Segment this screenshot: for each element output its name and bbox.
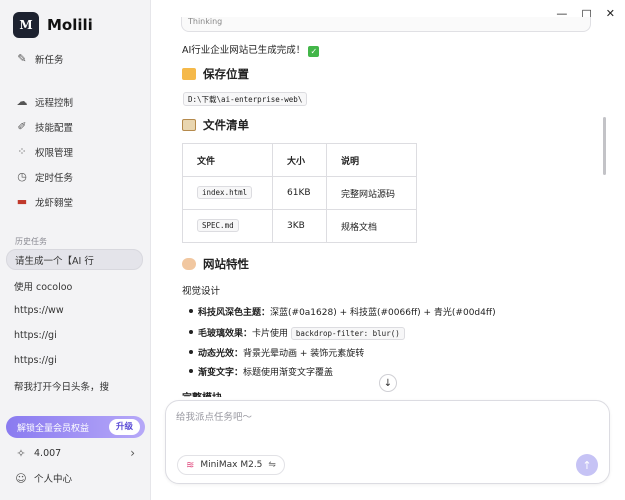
palette-icon xyxy=(182,258,196,270)
done-message: AI行业企业网站已生成完成！ ✓ xyxy=(182,42,320,57)
bullet-text: 标题使用渐变文字覆盖 xyxy=(243,368,334,378)
sidebar-item-label: 龙虾翱堂 xyxy=(35,198,74,209)
cutoff-heading: 完整模块 xyxy=(182,389,222,397)
clock-icon: ◷ xyxy=(17,170,27,183)
history-item[interactable]: 请生成一个【AI 行 xyxy=(6,249,143,270)
clipboard-icon xyxy=(182,119,196,131)
features-heading-text: 网站特性 xyxy=(203,257,249,271)
close-button[interactable]: ✕ xyxy=(606,7,615,20)
list-item: 毛玻璃效果：卡片使用 backdrop-filter: blur() xyxy=(189,326,405,340)
pen-icon: ✐ xyxy=(17,120,27,133)
history-section-label: 历史任务 xyxy=(15,237,47,246)
list-item: 科技风深色主题：深蓝(#0a1628) + 科技蓝(#0066ff) + 青光(… xyxy=(189,305,496,318)
sidebar-item-permissions[interactable]: ⁘ 权限管理 xyxy=(8,141,143,163)
user-center-button[interactable]: ☺ 个人中心 xyxy=(15,471,73,486)
user-icon: ☺ xyxy=(15,471,27,485)
minimax-logo-icon: ≋ xyxy=(186,459,195,471)
history-item[interactable]: 使用 cocoloo xyxy=(6,275,143,296)
file-name: index.html xyxy=(197,186,253,199)
sidebar-item-lobster[interactable]: ▬ 龙虾翱堂 xyxy=(8,191,143,213)
features-heading: 网站特性 xyxy=(182,256,249,272)
bullet-text: 背景光晕动画 + 装饰元素旋转 xyxy=(243,349,365,359)
table-cell: 3KB xyxy=(272,209,327,243)
check-icon: ✓ xyxy=(308,46,320,57)
thinking-label: Thinking xyxy=(188,17,223,26)
sidebar-item-label: 技能配置 xyxy=(35,123,74,134)
save-path: D:\下载\ai-enterprise-web\ xyxy=(183,92,308,106)
file-table: 文件 大小 说明 index.html 61KB 完整网站源码 SPEC.md … xyxy=(182,143,417,243)
grid-icon: ⁘ xyxy=(17,145,27,158)
sidebar-item-label: 权限管理 xyxy=(35,148,74,159)
bullet-text: 深蓝(#0a1628) + 科技蓝(#0066ff) + 青光(#00d4ff) xyxy=(270,308,496,318)
credits-value: 4.007 xyxy=(34,448,62,459)
new-task-label: 新任务 xyxy=(35,55,64,66)
bullet-text: 卡片使用 xyxy=(252,329,291,339)
sidebar-item-label: 远程控制 xyxy=(35,98,74,109)
arrow-up-icon: ↑ xyxy=(582,458,592,472)
visual-heading: 视觉设计 xyxy=(182,286,221,297)
switch-icon: ⇋ xyxy=(268,460,276,470)
app-logo: M xyxy=(13,12,39,38)
cloud-icon: ☁ xyxy=(16,95,28,108)
model-selector[interactable]: ≋ MiniMax M2.5 ⇋ xyxy=(177,455,285,475)
bullet-bold: 渐变文字： xyxy=(198,368,244,378)
table-cell: 完整网站源码 xyxy=(326,176,417,210)
user-center-label: 个人中心 xyxy=(34,474,73,485)
lobster-icon: ▬ xyxy=(16,195,28,208)
upgrade-text: 解锁全量会员权益 xyxy=(17,423,90,434)
sidebar-item-remote[interactable]: ☁ 远程控制 xyxy=(8,91,143,113)
sidebar-item-skills[interactable]: ✐ 技能配置 xyxy=(8,116,143,138)
table-header-row: 文件 大小 说明 xyxy=(182,143,417,177)
table-cell: index.html xyxy=(182,176,273,210)
composer: ≋ MiniMax M2.5 ⇋ ↑ xyxy=(165,400,610,484)
list-item: 渐变文字：标题使用渐变文字覆盖 xyxy=(188,365,334,378)
sidebar: M Molili ✎ 新任务 ☁ 远程控制 ✐ 技能配置 ⁘ 权限管理 ◷ 定时… xyxy=(0,0,151,500)
list-item: 动态光效：背景光晕动画 + 装饰元素旋转 xyxy=(188,346,365,359)
files-heading: 文件清单 xyxy=(182,117,249,133)
upgrade-banner[interactable]: 解锁全量会员权益 升级 xyxy=(6,416,145,438)
history-item[interactable]: https://ww xyxy=(6,300,143,321)
sidebar-item-label: 定时任务 xyxy=(35,173,74,184)
table-cell: 规格文档 xyxy=(326,209,417,243)
file-name: SPEC.md xyxy=(197,219,239,232)
table-row: index.html 61KB 完整网站源码 xyxy=(182,176,417,210)
new-task-icon: ✎ xyxy=(17,52,27,65)
history-item[interactable]: https://gi xyxy=(6,325,143,346)
save-heading-text: 保存位置 xyxy=(203,67,249,81)
bullet-bold: 动态光效： xyxy=(198,349,244,359)
bullet-bold: 毛玻璃效果： xyxy=(198,329,253,339)
history-item[interactable]: https://gi xyxy=(6,350,143,371)
table-header: 说明 xyxy=(326,143,417,177)
new-task-button[interactable]: ✎ 新任务 xyxy=(8,48,143,70)
table-cell: SPEC.md xyxy=(182,209,273,243)
scrollbar-thumb[interactable] xyxy=(603,117,606,175)
upgrade-button[interactable]: 升级 xyxy=(108,419,140,435)
table-cell: 61KB xyxy=(272,176,327,210)
credits-row[interactable]: ✧ 4.007 › xyxy=(15,446,135,460)
files-heading-text: 文件清单 xyxy=(203,118,249,132)
done-text: AI行业企业网站已生成完成！ xyxy=(182,45,306,56)
thinking-block[interactable]: Thinking xyxy=(181,17,591,32)
send-button[interactable]: ↑ xyxy=(576,454,598,476)
table-row: SPEC.md 3KB 规格文档 xyxy=(182,209,417,243)
task-input[interactable] xyxy=(176,409,596,439)
table-header: 大小 xyxy=(272,143,327,177)
scroll-down-button[interactable]: ↓ xyxy=(379,374,397,392)
table-header: 文件 xyxy=(182,143,273,177)
bullet-bold: 科技风深色主题： xyxy=(198,308,271,318)
chevron-right-icon: › xyxy=(130,446,135,460)
bullet-code: backdrop-filter: blur() xyxy=(290,327,405,340)
folder-icon xyxy=(182,68,196,80)
save-heading: 保存位置 xyxy=(182,66,249,82)
sidebar-item-scheduled[interactable]: ◷ 定时任务 xyxy=(8,166,143,188)
history-item[interactable]: 帮我打开今日头条，搜 xyxy=(6,375,143,396)
arrow-down-icon: ↓ xyxy=(383,377,393,389)
model-name: MiniMax M2.5 xyxy=(200,460,263,470)
app-name: Molili xyxy=(47,16,93,34)
sparkle-icon: ✧ xyxy=(16,447,26,460)
brand: M Molili xyxy=(13,12,93,38)
